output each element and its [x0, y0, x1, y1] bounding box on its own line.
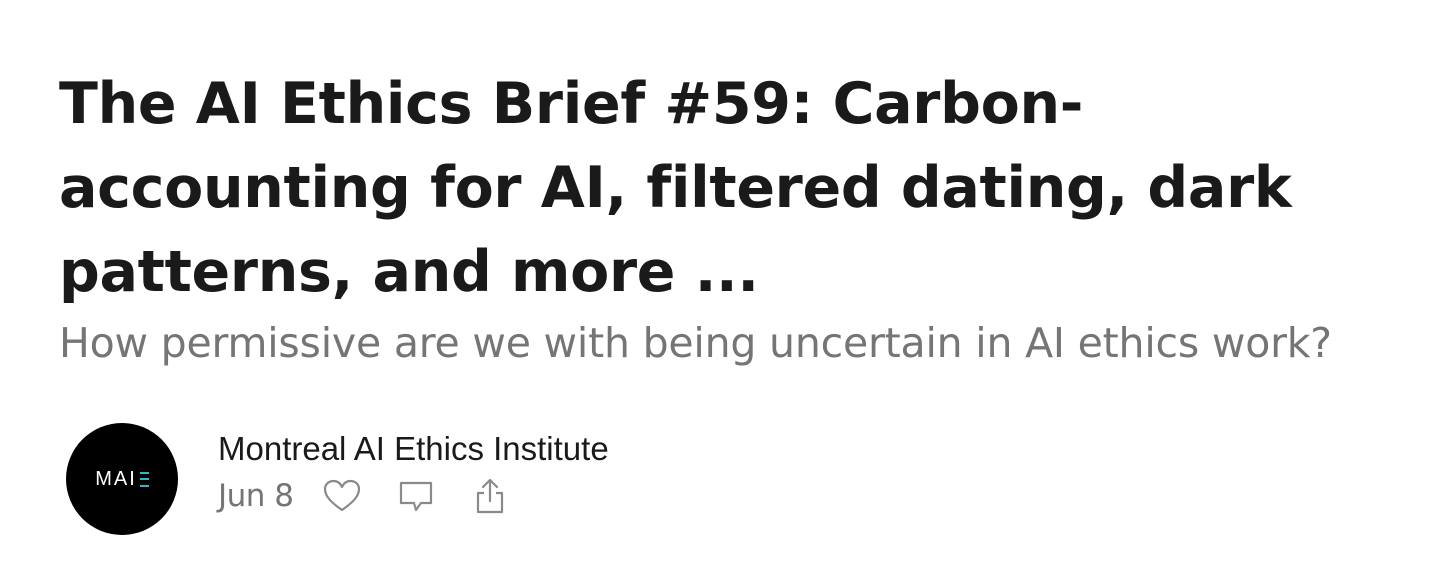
- post-meta-row: Jun 8: [218, 476, 609, 516]
- post-title: The AI Ethics Brief #59: Carbon-accounti…: [59, 71, 1292, 305]
- share-icon[interactable]: [470, 476, 510, 516]
- logo-e-icon: [139, 471, 149, 487]
- heart-icon[interactable]: [322, 476, 362, 516]
- comment-icon[interactable]: [396, 476, 436, 516]
- author-avatar[interactable]: MAI: [66, 423, 178, 535]
- post-header: The AI Ethics Brief #59: Carbon-accounti…: [59, 62, 1399, 369]
- avatar-logo: MAI: [95, 468, 149, 491]
- post-byline: MAI Montreal AI Ethics Institute Jun 8: [66, 422, 609, 536]
- avatar-logo-text: MAI: [95, 467, 137, 490]
- author-name-link[interactable]: Montreal AI Ethics Institute: [218, 430, 609, 468]
- post-date: Jun 8: [218, 478, 294, 514]
- post-subtitle: How permissive are we with being uncerta…: [59, 319, 1332, 367]
- byline-meta: Montreal AI Ethics Institute Jun 8: [218, 422, 609, 536]
